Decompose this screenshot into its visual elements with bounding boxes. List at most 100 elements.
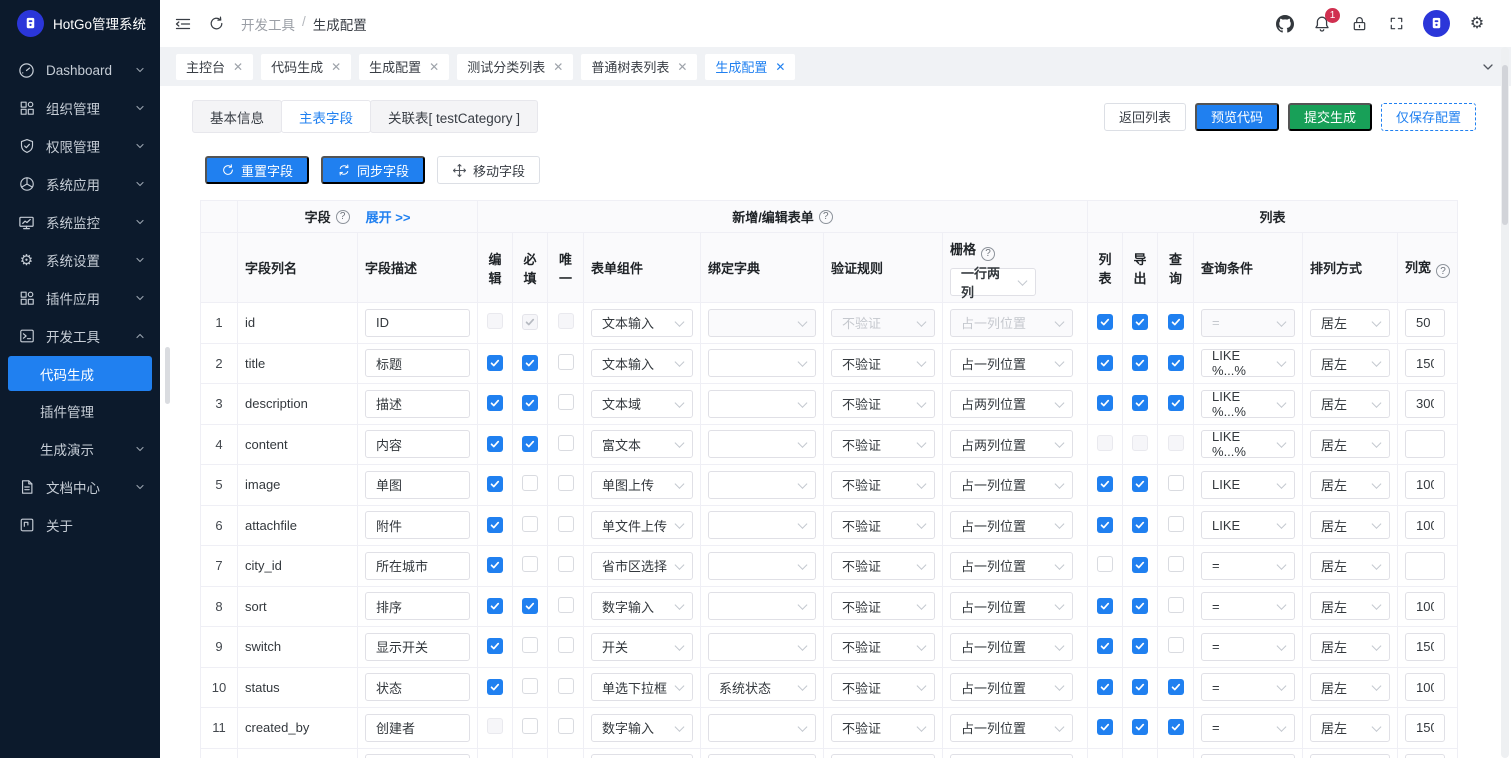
config-tab-关联表[ testCategory ][interactable]: 关联表[ testCategory ] [370, 100, 538, 133]
sidebar-item-文档中心[interactable]: 文档中心 [0, 468, 160, 506]
export-checkbox[interactable] [1132, 517, 1148, 533]
unique-checkbox[interactable] [558, 597, 574, 613]
validate-rule-select[interactable]: 不验证 [831, 714, 935, 742]
export-checkbox[interactable] [1132, 314, 1148, 330]
validate-rule-select[interactable]: 不验证 [831, 390, 935, 418]
edit-checkbox[interactable] [487, 638, 503, 654]
field-desc-input[interactable] [365, 552, 470, 580]
unique-checkbox[interactable] [558, 556, 574, 572]
form-component-select[interactable]: 单选下拉框 [591, 673, 693, 701]
required-checkbox[interactable] [522, 516, 538, 532]
validate-rule-select[interactable]: 不验证 [831, 592, 935, 620]
required-checkbox[interactable] [522, 355, 538, 371]
dict-bind-select[interactable] [708, 754, 816, 758]
query-checkbox[interactable] [1168, 314, 1184, 330]
edit-checkbox[interactable] [487, 679, 503, 695]
validate-rule-select[interactable]: 不验证 [831, 633, 935, 661]
validate-rule-select[interactable] [831, 754, 935, 758]
grid-select[interactable]: 占一列位置 [950, 633, 1073, 661]
grid-select[interactable]: 占一列位置 [950, 349, 1073, 377]
back-to-list-button[interactable]: 返回列表 [1104, 103, 1186, 131]
sync-fields-button[interactable]: 同步字段 [321, 156, 425, 184]
list-checkbox[interactable] [1097, 517, 1113, 533]
form-component-select[interactable]: 开关 [591, 633, 693, 661]
query-cond-select[interactable] [1201, 754, 1295, 758]
form-component-select[interactable]: 单图上传 [591, 471, 693, 499]
sidebar-item-Dashboard[interactable]: Dashboard [0, 51, 160, 89]
grid-select[interactable]: 占一列位置 [950, 471, 1073, 499]
align-select[interactable]: 居左 [1310, 552, 1390, 580]
query-checkbox[interactable] [1168, 516, 1184, 532]
field-desc-input[interactable] [365, 714, 470, 742]
form-component-select[interactable]: 数字输入 [591, 592, 693, 620]
unique-checkbox[interactable] [558, 435, 574, 451]
close-tab-icon[interactable]: ✕ [775, 60, 785, 74]
list-checkbox[interactable] [1097, 314, 1113, 330]
breadcrumb-parent[interactable]: 开发工具 [241, 14, 295, 34]
required-checkbox[interactable] [522, 718, 538, 734]
align-select[interactable] [1310, 754, 1390, 758]
sidebar-item-系统应用[interactable]: 系统应用 [0, 165, 160, 203]
unique-checkbox[interactable] [558, 475, 574, 491]
expand-link[interactable]: 展开 >> [366, 207, 411, 226]
config-tab-基本信息[interactable]: 基本信息 [192, 100, 282, 133]
main-scrollbar-thumb[interactable] [1502, 65, 1508, 225]
sidebar-item-插件管理[interactable]: 插件管理 [0, 392, 160, 430]
width-input[interactable] [1405, 714, 1445, 742]
edit-checkbox[interactable] [487, 355, 503, 371]
page-tab-测试分类列表[interactable]: 测试分类列表✕ [457, 54, 573, 80]
query-cond-select[interactable]: = [1201, 673, 1295, 701]
query-cond-select[interactable]: = [1201, 552, 1295, 580]
required-checkbox[interactable] [522, 436, 538, 452]
dict-bind-select[interactable] [708, 309, 816, 337]
query-checkbox[interactable] [1168, 435, 1184, 451]
main-scrollbar-track[interactable] [1501, 47, 1509, 758]
width-input[interactable] [1405, 309, 1445, 337]
form-component-select[interactable]: 数字输入 [591, 714, 693, 742]
dict-bind-select[interactable] [708, 430, 816, 458]
unique-checkbox[interactable] [558, 718, 574, 734]
list-checkbox[interactable] [1097, 476, 1113, 492]
sidebar-item-生成演示[interactable]: 生成演示 [0, 430, 160, 468]
export-checkbox[interactable] [1132, 476, 1148, 492]
query-cond-select[interactable]: LIKE [1201, 511, 1295, 539]
align-select[interactable]: 居左 [1310, 390, 1390, 418]
field-desc-input[interactable] [365, 309, 470, 337]
query-checkbox[interactable] [1168, 597, 1184, 613]
edit-checkbox[interactable] [487, 313, 503, 329]
dict-bind-select[interactable] [708, 633, 816, 661]
required-checkbox[interactable] [522, 475, 538, 491]
fullscreen-icon[interactable] [1386, 14, 1406, 34]
close-tab-icon[interactable]: ✕ [233, 60, 243, 74]
dict-bind-select[interactable]: 系统状态 [708, 673, 816, 701]
unique-checkbox[interactable] [558, 637, 574, 653]
field-desc-input[interactable] [365, 592, 470, 620]
list-checkbox[interactable] [1097, 679, 1113, 695]
page-tab-主控台[interactable]: 主控台✕ [176, 54, 253, 80]
grid-select[interactable]: 占一列位置 [950, 511, 1073, 539]
sidebar-item-系统监控[interactable]: 系统监控 [0, 203, 160, 241]
form-component-select[interactable] [591, 754, 693, 758]
page-tab-普通树表列表[interactable]: 普通树表列表✕ [581, 54, 697, 80]
edit-checkbox[interactable] [487, 436, 503, 452]
field-desc-input[interactable] [365, 673, 470, 701]
width-input[interactable] [1405, 511, 1445, 539]
sidebar-item-系统设置[interactable]: ⚙系统设置 [0, 241, 160, 279]
dict-bind-select[interactable] [708, 349, 816, 377]
form-component-select[interactable]: 单文件上传 [591, 511, 693, 539]
list-checkbox[interactable] [1097, 556, 1113, 572]
query-checkbox[interactable] [1168, 355, 1184, 371]
align-select[interactable]: 居左 [1310, 309, 1390, 337]
list-checkbox[interactable] [1097, 638, 1113, 654]
query-cond-select[interactable]: = [1201, 714, 1295, 742]
help-icon[interactable]: ? [819, 210, 833, 224]
validate-rule-select[interactable]: 不验证 [831, 471, 935, 499]
field-desc-input[interactable] [365, 349, 470, 377]
align-select[interactable]: 居左 [1310, 673, 1390, 701]
edit-checkbox[interactable] [487, 557, 503, 573]
sidebar-item-代码生成[interactable]: 代码生成 [8, 356, 152, 391]
required-checkbox[interactable] [522, 598, 538, 614]
page-tab-代码生成[interactable]: 代码生成✕ [261, 54, 351, 80]
grid-select[interactable]: 占一列位置 [950, 592, 1073, 620]
export-checkbox[interactable] [1132, 355, 1148, 371]
